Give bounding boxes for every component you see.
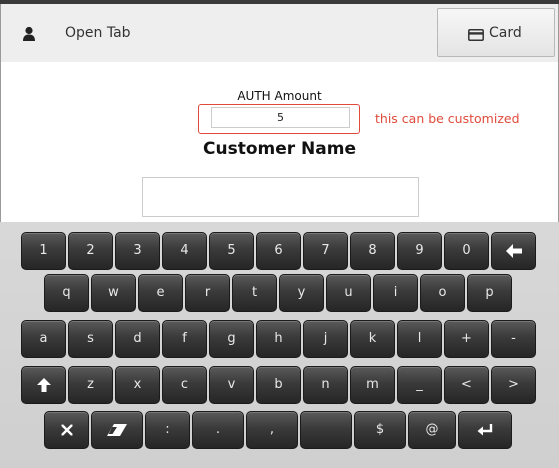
space-key[interactable] xyxy=(300,411,352,449)
key-underscore[interactable]: _ xyxy=(397,366,442,404)
eraser-key[interactable] xyxy=(91,411,143,449)
header-bar: Open Tab Card xyxy=(0,4,559,62)
key-t[interactable]: t xyxy=(232,274,277,312)
key-l[interactable]: l xyxy=(397,320,442,358)
key-6[interactable]: 6 xyxy=(256,232,301,270)
key-4[interactable]: 4 xyxy=(162,232,207,270)
key-5[interactable]: 5 xyxy=(209,232,254,270)
key-g[interactable]: g xyxy=(209,320,254,358)
page-title: Open Tab xyxy=(65,25,131,41)
key-k[interactable]: k xyxy=(350,320,395,358)
auth-amount-label: AUTH Amount xyxy=(237,89,322,103)
key-p[interactable]: p xyxy=(467,274,512,312)
key-dollar[interactable]: $ xyxy=(354,411,406,449)
key-comma[interactable]: , xyxy=(246,411,298,449)
clear-key[interactable] xyxy=(44,411,89,449)
credit-card-icon xyxy=(468,29,484,41)
key-greater-than[interactable]: > xyxy=(491,366,536,404)
key-x[interactable]: x xyxy=(115,366,160,404)
key-0[interactable]: 0 xyxy=(444,232,489,270)
key-f[interactable]: f xyxy=(162,320,207,358)
key-q[interactable]: q xyxy=(44,274,89,312)
card-button[interactable]: Card xyxy=(437,8,555,57)
card-button-label: Card xyxy=(489,25,522,41)
key-period[interactable]: . xyxy=(192,411,244,449)
key-s[interactable]: s xyxy=(68,320,113,358)
key-m[interactable]: m xyxy=(350,366,395,404)
key-8[interactable]: 8 xyxy=(350,232,395,270)
key-3[interactable]: 3 xyxy=(115,232,160,270)
key-less-than[interactable]: < xyxy=(444,366,489,404)
key-c[interactable]: c xyxy=(162,366,207,404)
key-at[interactable]: @ xyxy=(408,411,456,449)
customization-note: this can be customized xyxy=(375,111,520,126)
key-1[interactable]: 1 xyxy=(21,232,66,270)
person-icon xyxy=(23,26,35,41)
customer-name-label: Customer Name xyxy=(203,139,356,159)
key-minus[interactable]: - xyxy=(491,320,536,358)
key-b[interactable]: b xyxy=(256,366,301,404)
key-y[interactable]: y xyxy=(279,274,324,312)
shift-key[interactable] xyxy=(21,366,66,404)
key-9[interactable]: 9 xyxy=(397,232,442,270)
backspace-key[interactable] xyxy=(491,232,536,270)
key-u[interactable]: u xyxy=(326,274,371,312)
arrow-up-icon xyxy=(36,378,51,392)
key-a[interactable]: a xyxy=(21,320,66,358)
key-h[interactable]: h xyxy=(256,320,301,358)
key-7[interactable]: 7 xyxy=(303,232,348,270)
key-v[interactable]: v xyxy=(209,366,254,404)
arrow-left-icon xyxy=(505,244,522,258)
key-r[interactable]: r xyxy=(185,274,230,312)
enter-key[interactable] xyxy=(458,411,512,449)
key-2[interactable]: 2 xyxy=(68,232,113,270)
key-j[interactable]: j xyxy=(303,320,348,358)
key-plus[interactable]: + xyxy=(444,320,489,358)
close-icon xyxy=(61,424,72,436)
auth-amount-input[interactable]: 5 xyxy=(211,107,350,128)
on-screen-keyboard: 1 2 3 4 5 6 7 8 9 0 q w e r t y u i o p … xyxy=(0,222,559,468)
enter-icon xyxy=(477,424,493,436)
key-o[interactable]: o xyxy=(420,274,465,312)
key-e[interactable]: e xyxy=(138,274,183,312)
customer-name-input[interactable] xyxy=(142,177,419,217)
key-n[interactable]: n xyxy=(303,366,348,404)
key-colon[interactable]: : xyxy=(145,411,190,449)
key-w[interactable]: w xyxy=(91,274,136,312)
eraser-icon xyxy=(107,424,127,436)
form-area: AUTH Amount 5 this can be customized Cus… xyxy=(0,62,559,222)
key-d[interactable]: d xyxy=(115,320,160,358)
key-z[interactable]: z xyxy=(68,366,113,404)
key-i[interactable]: i xyxy=(373,274,418,312)
